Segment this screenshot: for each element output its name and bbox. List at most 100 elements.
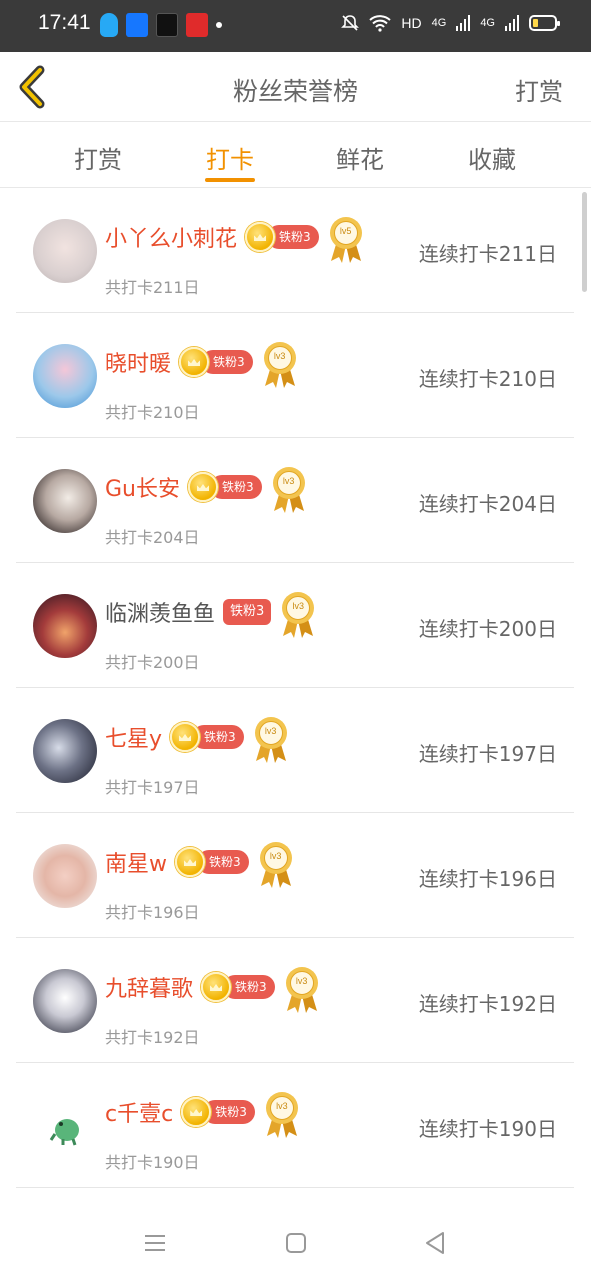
scrollbar[interactable] xyxy=(582,192,587,292)
avatar[interactable] xyxy=(33,344,97,408)
streak-checkin-days: 连续打卡204日 xyxy=(418,492,557,516)
list-item[interactable]: 临渊羡鱼鱼 铁粉3 lv3 共打卡200日 连续打卡200日 xyxy=(16,563,574,688)
avatar[interactable] xyxy=(33,969,97,1033)
medal-level-label: lv3 xyxy=(295,976,308,986)
fan-level-badge: 铁粉3 xyxy=(223,599,272,625)
video-app-icon xyxy=(186,13,208,37)
system-nav-bar xyxy=(0,1200,591,1280)
streak-checkin-days: 连续打卡210日 xyxy=(418,367,557,391)
total-checkin-days: 共打卡192日 xyxy=(105,1028,200,1047)
total-checkin-days: 共打卡196日 xyxy=(105,903,200,922)
avatar[interactable] xyxy=(33,719,97,783)
crown-icon xyxy=(179,347,210,377)
notification-icons xyxy=(100,13,222,37)
list-item[interactable]: 小丫么小刺花 铁粉3 lv5 共打卡211日 连续打卡211日 xyxy=(16,188,574,313)
avatar[interactable] xyxy=(33,469,97,533)
tab-bar: 打赏 打卡 鲜花 收藏 xyxy=(0,122,591,188)
alipay-app-icon xyxy=(126,13,148,37)
wifi-icon xyxy=(369,15,392,32)
square-home-icon xyxy=(286,1233,306,1253)
qq-app-icon xyxy=(100,13,118,37)
medal-level-label: lv3 xyxy=(273,351,286,361)
tab-flowers[interactable]: 鲜花 xyxy=(300,140,420,175)
tab-checkin[interactable]: 打卡 xyxy=(170,140,290,175)
name-line: 七星y 铁粉3 lv3 xyxy=(105,717,290,763)
user-name[interactable]: Gu长安 xyxy=(105,471,180,503)
total-checkin-days: 共打卡211日 xyxy=(105,278,200,297)
list-item[interactable]: 晓时暖 铁粉3 lv3 共打卡210日 连续打卡210日 xyxy=(16,313,574,438)
more-notifications-dot-icon xyxy=(216,22,222,28)
user-name[interactable]: 南星w xyxy=(105,846,167,878)
avatar[interactable] xyxy=(33,219,97,283)
fan-level-badge: 铁粉3 xyxy=(175,847,249,877)
reward-button[interactable]: 打赏 xyxy=(515,72,563,107)
hd-label: HD xyxy=(401,15,422,31)
mute-bell-icon xyxy=(341,15,360,31)
level-medal-icon: lv5 xyxy=(327,215,365,265)
total-checkin-days: 共打卡200日 xyxy=(105,653,200,672)
name-line: 小丫么小刺花 铁粉3 lv5 xyxy=(105,217,365,263)
user-name[interactable]: 九辞暮歌 xyxy=(105,971,193,1003)
streak-checkin-days: 连续打卡200日 xyxy=(418,617,557,641)
list-item[interactable]: Gu长安 铁粉3 lv3 共打卡204日 连续打卡204日 xyxy=(16,438,574,563)
crown-icon xyxy=(245,222,276,252)
fan-label: 铁粉3 xyxy=(223,599,272,625)
user-name[interactable]: 晓时暖 xyxy=(105,346,171,378)
dinosaur-icon xyxy=(49,1119,79,1146)
fan-level-badge: 铁粉3 xyxy=(188,472,262,502)
crown-icon xyxy=(181,1097,212,1127)
total-checkin-days: 共打卡210日 xyxy=(105,403,200,422)
avatar[interactable] xyxy=(33,594,97,658)
fan-level-badge: 铁粉3 xyxy=(201,972,275,1002)
page-title: 粉丝荣誉榜 xyxy=(232,77,358,106)
home-button[interactable] xyxy=(281,1228,311,1258)
status-time: 17:41 xyxy=(38,11,91,34)
menu-button[interactable] xyxy=(140,1228,170,1258)
crown-icon xyxy=(188,472,218,502)
fan-level-badge: 铁粉3 xyxy=(245,222,319,252)
avatar[interactable] xyxy=(33,1094,97,1158)
level-medal-icon: lv3 xyxy=(263,1090,301,1140)
fan-level-badge: 铁粉3 xyxy=(179,347,253,377)
list-item[interactable]: c千壹c 铁粉3 lv3 共打卡190日 连续打卡190日 xyxy=(16,1063,574,1188)
back-nav-button[interactable] xyxy=(421,1228,451,1258)
status-bar: 17:41 HD 4G 4G xyxy=(0,0,591,52)
user-name[interactable]: 小丫么小刺花 xyxy=(105,221,237,253)
streak-checkin-days: 连续打卡196日 xyxy=(418,867,557,891)
signal-4g-label-2: 4G xyxy=(480,17,495,29)
signal-bars-icon xyxy=(456,15,471,31)
level-medal-icon: lv3 xyxy=(270,465,308,515)
list-item[interactable]: 南星w 铁粉3 lv3 共打卡196日 连续打卡196日 xyxy=(16,813,574,938)
streak-checkin-days: 连续打卡211日 xyxy=(418,242,557,266)
name-line: c千壹c 铁粉3 lv3 xyxy=(105,1092,301,1138)
signal-4g-label-1: 4G xyxy=(431,17,447,29)
streak-checkin-days: 连续打卡190日 xyxy=(418,1117,557,1141)
tiktok-app-icon xyxy=(156,13,178,37)
fan-level-badge: 铁粉3 xyxy=(181,1097,255,1127)
medal-level-label: lv3 xyxy=(264,726,277,736)
fan-level-badge: 铁粉3 xyxy=(170,722,244,752)
active-tab-indicator xyxy=(205,178,255,182)
signal-bars-icon-2 xyxy=(505,15,519,31)
app-header: 粉丝荣誉榜 打赏 xyxy=(0,52,591,122)
list-item[interactable]: 七星y 铁粉3 lv3 共打卡197日 连续打卡197日 xyxy=(16,688,574,813)
medal-level-label: lv3 xyxy=(269,851,282,861)
level-medal-icon: lv3 xyxy=(283,965,321,1015)
tab-reward[interactable]: 打赏 xyxy=(38,140,158,175)
total-checkin-days: 共打卡197日 xyxy=(105,778,200,797)
crown-icon xyxy=(201,972,232,1002)
level-medal-icon: lv3 xyxy=(279,590,317,640)
name-line: 晓时暖 铁粉3 lv3 xyxy=(105,342,299,388)
triangle-back-icon xyxy=(426,1232,444,1254)
name-line: 南星w 铁粉3 lv3 xyxy=(105,842,295,888)
user-name[interactable]: 七星y xyxy=(105,721,162,753)
name-line: 临渊羡鱼鱼 铁粉3 lv3 xyxy=(105,592,317,638)
list-item[interactable]: 九辞暮歌 铁粉3 lv3 共打卡192日 连续打卡192日 xyxy=(16,938,574,1063)
avatar[interactable] xyxy=(33,844,97,908)
user-name[interactable]: c千壹c xyxy=(105,1096,173,1128)
medal-level-label: lv3 xyxy=(292,601,305,611)
user-name[interactable]: 临渊羡鱼鱼 xyxy=(105,596,215,628)
streak-checkin-days: 连续打卡192日 xyxy=(418,992,557,1016)
crown-icon xyxy=(170,722,201,752)
tab-favorites[interactable]: 收藏 xyxy=(432,140,552,175)
